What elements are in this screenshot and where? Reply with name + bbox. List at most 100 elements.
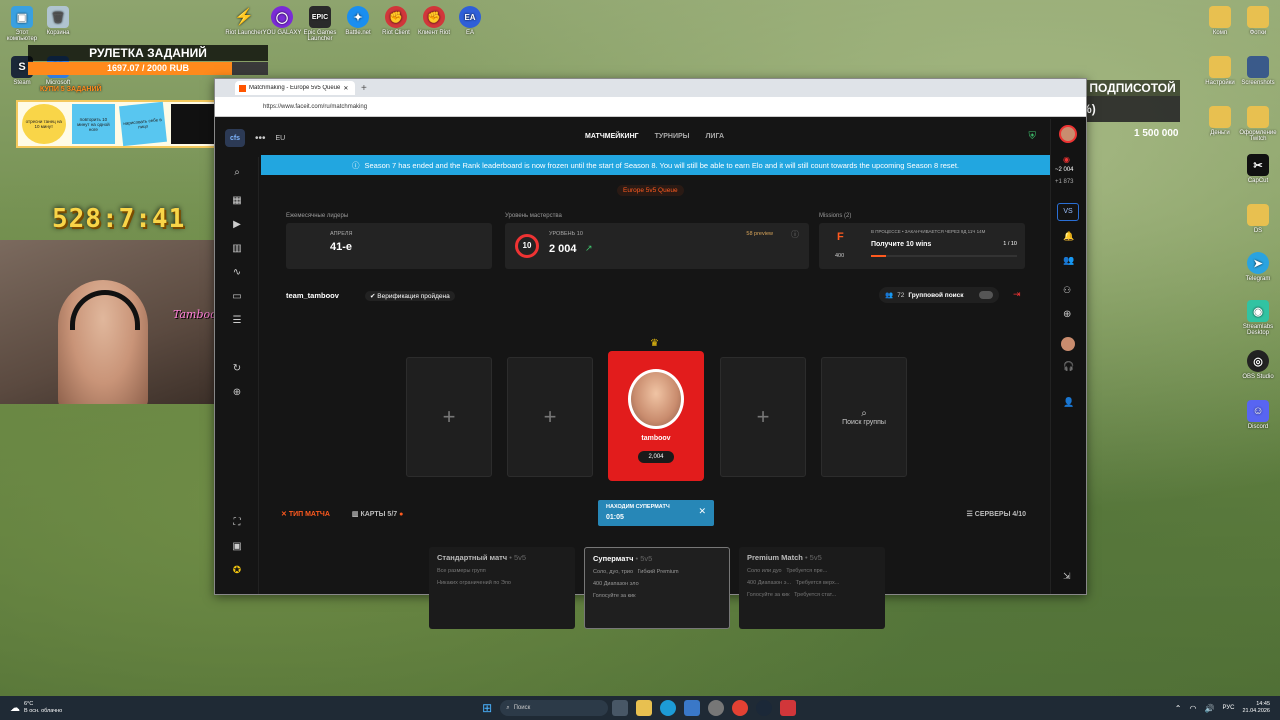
leave-party-icon[interactable]: ⇥: [1013, 289, 1021, 300]
desktop-icon-recycle-bin[interactable]: 🗑 Корзина: [36, 6, 80, 36]
video-icon[interactable]: ▭: [231, 291, 243, 303]
nav-league[interactable]: ЛИГА: [706, 133, 725, 140]
wifi-icon[interactable]: ◠: [1190, 704, 1197, 713]
taskbar-search[interactable]: ⌕ Поиск: [500, 700, 609, 716]
faceit-page: cfs ••• EU МАТЧМЕЙКИНГ ТУРНИРЫ ЛИГА ⛨ ⌕ …: [215, 119, 1086, 629]
collapse-icon[interactable]: ⇲: [1063, 571, 1071, 582]
refresh-icon[interactable]: ↻: [231, 363, 243, 375]
bell-icon[interactable]: 🔔: [1063, 231, 1074, 242]
invite-slot[interactable]: +: [507, 357, 593, 477]
stream-timer: 528:7:41: [52, 204, 186, 234]
riot-icon[interactable]: [780, 700, 797, 716]
elo-icon: ◉: [1063, 155, 1070, 164]
edge-icon[interactable]: [660, 700, 677, 716]
tray-chevron-icon[interactable]: ⌃: [1175, 704, 1182, 713]
tab-match-type[interactable]: ✕ ТИП МАТЧА: [281, 510, 330, 518]
chrome-icon[interactable]: [732, 700, 749, 716]
tab-maps[interactable]: ▥ КАРТЫ 5/7 ●: [352, 510, 403, 518]
grid-icon[interactable]: ▦: [231, 195, 243, 207]
region-label[interactable]: EU: [276, 135, 286, 142]
shield-icon[interactable]: ⛨: [1029, 131, 1037, 142]
friends-icon[interactable]: 👥: [1063, 255, 1074, 266]
more-icon[interactable]: •••: [255, 133, 266, 144]
main-nav: МАТЧМЕЙКИНГ ТУРНИРЫ ЛИГА: [585, 133, 724, 140]
folder-icon: [1209, 56, 1231, 78]
folder-icon: [1247, 204, 1269, 226]
left-rail: ⌕ ▦ ▶ ▥ ∿ ▭ ☰ ↻ ⊕ ⛶ ▣ ✪: [215, 157, 259, 594]
mastery-card[interactable]: 10 УРОВЕНЬ 10 2 004 ↗ 58 preview ⓘ: [505, 223, 809, 269]
play-icon[interactable]: ▶: [231, 219, 243, 231]
desktop-icon-ds[interactable]: DS: [1236, 204, 1280, 234]
close-tab-icon[interactable]: ✕: [343, 85, 348, 92]
desktop-icon-capcut[interactable]: ✂ CapCut: [1236, 154, 1280, 184]
mode-card-supermatch[interactable]: Суперматч • 5v5 Соло, дуо, трио Гибкий P…: [584, 547, 730, 629]
desktop-icon-screenshots[interactable]: Screenshots: [1236, 56, 1280, 86]
riot-fist-icon: ✊: [423, 6, 445, 28]
plus-circle-icon[interactable]: ⊕: [231, 387, 243, 399]
finding-match-box: НАХОДИМ СУПЕРМАТЧ 01:05 ✕: [598, 500, 714, 526]
volume-icon[interactable]: 🔊: [1204, 704, 1214, 713]
fullscreen-icon[interactable]: ⛶: [231, 517, 243, 529]
desktop-icon-obs[interactable]: ◎ OBS Studio: [1236, 350, 1280, 380]
verification-badge: ✔ Верификация пройдена: [365, 291, 455, 301]
mission-card[interactable]: F 400 В ПРОЦЕССЕ • ЗАКАНЧИВАЕТСЯ ЧЕРЕЗ 9…: [819, 223, 1025, 269]
invite-slot[interactable]: +: [720, 357, 806, 477]
tab-servers[interactable]: ☰ СЕРВЕРЫ 4/10: [967, 510, 1026, 518]
queue-badge[interactable]: Europe 5v5 Queue: [617, 185, 684, 196]
find-group-slot[interactable]: ⌕ Поиск группы: [821, 357, 907, 477]
desktop-icon-discord[interactable]: ☺ Discord: [1236, 400, 1280, 430]
mode-card-premium[interactable]: Premium Match • 5v5 Соло или дуо Требует…: [739, 547, 885, 629]
desktop-icon-telegram[interactable]: ➤ Telegram: [1236, 252, 1280, 282]
preview-label[interactable]: 58 preview: [746, 231, 773, 237]
new-tab-icon[interactable]: +: [361, 83, 367, 94]
language-indicator[interactable]: РУС: [1222, 705, 1234, 711]
telegram-icon: ➤: [1247, 252, 1269, 274]
info-icon[interactable]: ⓘ: [791, 229, 799, 240]
roulette-subtitle: КУПИ 5 ЗАДАНИЙ: [40, 86, 102, 93]
level-badge: 10: [515, 234, 539, 258]
party-icon[interactable]: ⚇: [1063, 285, 1071, 296]
settings-icon[interactable]: [708, 700, 725, 716]
add-icon[interactable]: ⊕: [1063, 309, 1071, 320]
address-bar[interactable]: https://www.faceit.com/ru/matchmaking: [215, 97, 1086, 117]
folder-icon: [1209, 6, 1231, 28]
search-icon[interactable]: ⌕: [231, 167, 243, 179]
player-card[interactable]: tamboov 2,004: [608, 351, 704, 481]
party-search-toggle[interactable]: 👥 72 Групповой поиск: [879, 287, 999, 303]
star-icon[interactable]: ✪: [231, 565, 243, 577]
weather-icon[interactable]: ☁: [10, 703, 20, 714]
user-icon[interactable]: 👤: [1063, 397, 1074, 408]
friend-avatar[interactable]: [1061, 337, 1075, 351]
clock[interactable]: 14:45 21.04.2026: [1242, 701, 1270, 715]
ea-icon: EA: [459, 6, 481, 28]
computer-icon: ▣: [11, 6, 33, 28]
weather-widget[interactable]: 6°C В осн. облачно: [24, 701, 62, 715]
toggle-switch[interactable]: [979, 291, 993, 299]
task-view-icon[interactable]: [612, 700, 629, 716]
desktop-icon-ea[interactable]: EA EA: [448, 6, 492, 36]
roulette-progress-text: 1697.07 / 2000 RUB: [106, 63, 190, 73]
file-explorer-icon[interactable]: [636, 700, 653, 716]
chart-icon[interactable]: ∿: [231, 267, 243, 279]
nav-matchmaking[interactable]: МАТЧМЕЙКИНГ: [585, 133, 639, 140]
desktop-icon-photos[interactable]: Фотки: [1236, 6, 1280, 36]
desktop-icon-streamlabs[interactable]: ◉ Streamlabs Desktop: [1236, 300, 1280, 336]
start-icon[interactable]: ⊞: [482, 701, 492, 715]
obs-icon: ◎: [1247, 350, 1269, 372]
avatar[interactable]: [1059, 125, 1077, 143]
monthly-leaders-card[interactable]: АПРЕЛЯ 41-е: [286, 223, 492, 269]
browser-tab[interactable]: Matchmaking - Europe 5v5 Queue ✕: [235, 81, 355, 95]
versus-icon[interactable]: VS: [1057, 203, 1079, 221]
faceit-logo[interactable]: cfs: [225, 129, 245, 147]
steam-icon[interactable]: [756, 700, 773, 716]
headphones-icon[interactable]: 🎧: [1063, 361, 1074, 372]
list-icon[interactable]: ☰: [231, 315, 243, 327]
nav-tournaments[interactable]: ТУРНИРЫ: [655, 133, 690, 140]
desktop-icon-twitch-design[interactable]: Оформление Twitch: [1236, 106, 1280, 142]
cancel-search-icon[interactable]: ✕: [698, 506, 706, 517]
stats-icon[interactable]: ▥: [231, 243, 243, 255]
invite-slot[interactable]: +: [406, 357, 492, 477]
bag-icon[interactable]: ▣: [231, 541, 243, 553]
store-icon[interactable]: [684, 700, 701, 716]
mode-card-standard[interactable]: Стандартный матч • 5v5 Все размеры групп…: [429, 547, 575, 629]
